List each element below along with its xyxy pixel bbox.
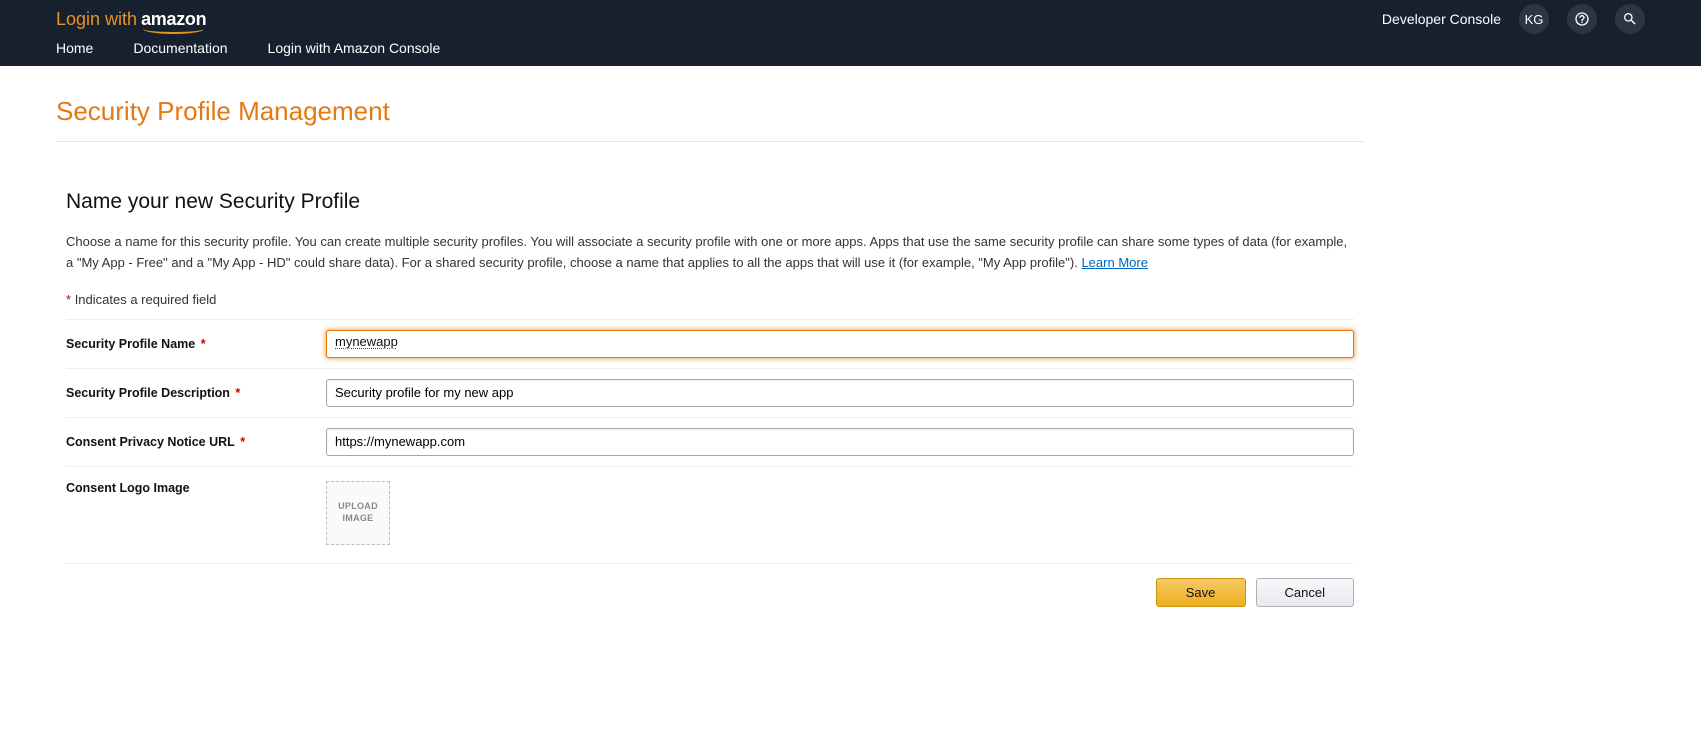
row-logo-image: Consent Logo Image UPLOAD IMAGE xyxy=(66,466,1354,564)
page-content: Security Profile Management Name your ne… xyxy=(0,66,1420,607)
asterisk-icon: * xyxy=(66,292,71,307)
profile-name-value: mynewapp xyxy=(335,334,398,349)
required-field-note: * Indicates a required field xyxy=(66,292,1354,307)
help-icon[interactable] xyxy=(1567,4,1597,34)
asterisk-icon: * xyxy=(232,386,240,400)
asterisk-icon: * xyxy=(197,337,205,351)
topbar-upper: Login with amazon Developer Console KG xyxy=(0,0,1701,34)
required-note-text: Indicates a required field xyxy=(75,292,217,307)
label-privacy-url: Consent Privacy Notice URL * xyxy=(66,435,326,449)
top-right-controls: Developer Console KG xyxy=(1382,4,1645,34)
row-profile-name: Security Profile Name * mynewapp xyxy=(66,319,1354,368)
intro-paragraph: Choose a name for this security profile.… xyxy=(66,232,1354,274)
form-actions: Save Cancel xyxy=(56,564,1364,607)
label-profile-description: Security Profile Description * xyxy=(66,386,326,400)
learn-more-link[interactable]: Learn More xyxy=(1081,255,1147,270)
section-title: Name your new Security Profile xyxy=(66,190,1354,214)
nav-lwa-console[interactable]: Login with Amazon Console xyxy=(268,40,441,56)
control-profile-description xyxy=(326,379,1354,407)
intro-text: Choose a name for this security profile.… xyxy=(66,234,1347,270)
search-icon[interactable] xyxy=(1615,4,1645,34)
nav-home[interactable]: Home xyxy=(56,40,93,56)
amazon-logo: amazon xyxy=(141,9,206,30)
brand-prefix: Login with xyxy=(56,9,137,30)
save-button[interactable]: Save xyxy=(1156,578,1246,607)
page-title: Security Profile Management xyxy=(56,96,1364,142)
developer-console-link[interactable]: Developer Console xyxy=(1382,11,1501,27)
asterisk-icon: * xyxy=(237,435,245,449)
user-avatar[interactable]: KG xyxy=(1519,4,1549,34)
control-profile-name: mynewapp xyxy=(326,330,1354,358)
label-logo-image: Consent Logo Image xyxy=(66,481,326,495)
control-logo-image: UPLOAD IMAGE xyxy=(326,481,1354,545)
security-profile-form: Security Profile Name * mynewapp Securit… xyxy=(66,319,1354,564)
profile-description-input[interactable] xyxy=(326,379,1354,407)
profile-name-input[interactable]: mynewapp xyxy=(326,330,1354,358)
nav-documentation[interactable]: Documentation xyxy=(133,40,227,56)
row-profile-description: Security Profile Description * xyxy=(66,368,1354,417)
label-profile-name: Security Profile Name * xyxy=(66,337,326,351)
upload-image-button[interactable]: UPLOAD IMAGE xyxy=(326,481,390,545)
privacy-url-input[interactable] xyxy=(326,428,1354,456)
cancel-button[interactable]: Cancel xyxy=(1256,578,1354,607)
brand-logo-area[interactable]: Login with amazon xyxy=(56,9,206,30)
main-nav: Home Documentation Login with Amazon Con… xyxy=(0,34,1701,66)
top-bar: Login with amazon Developer Console KG H… xyxy=(0,0,1701,66)
row-privacy-url: Consent Privacy Notice URL * xyxy=(66,417,1354,466)
control-privacy-url xyxy=(326,428,1354,456)
